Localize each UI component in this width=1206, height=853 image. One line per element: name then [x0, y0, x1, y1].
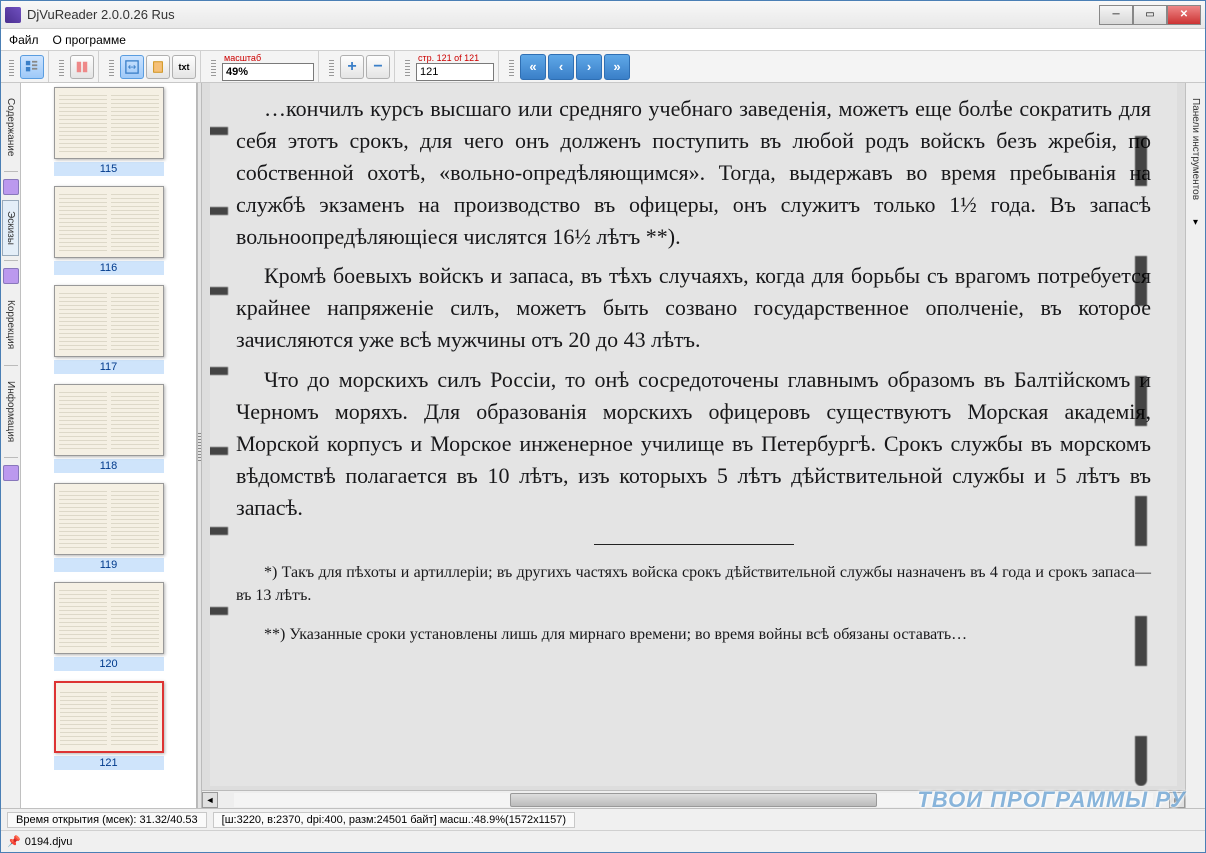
tab-thumbnails[interactable]: Эскизы: [2, 200, 19, 256]
thumbnail-118[interactable]: 118: [31, 384, 186, 473]
scroll-left-arrow[interactable]: ◄: [202, 792, 218, 808]
doc-paragraph: Что до морскихъ силъ Россіи, то онѣ соср…: [236, 364, 1151, 523]
zoom-out-button[interactable]: −: [366, 55, 390, 79]
thumbnail-number: 116: [54, 261, 164, 275]
doc-footnote: *) Такъ для пѣхоты и артиллеріи; въ друг…: [236, 561, 1151, 607]
next-page-button[interactable]: ›: [576, 54, 602, 80]
prev-page-button[interactable]: ‹: [548, 54, 574, 80]
toolbar-grip[interactable]: [509, 58, 514, 76]
first-page-button[interactable]: «: [520, 54, 546, 80]
page-input[interactable]: [416, 63, 494, 81]
toolbar-grip[interactable]: [405, 58, 410, 76]
scan-artifact: [210, 123, 228, 615]
thumbnail-121[interactable]: 121: [31, 681, 186, 770]
scale-label: масштаб: [222, 54, 314, 63]
doc-footnote: **) Указанные сроки установлены лишь для…: [236, 623, 1151, 646]
thumbnail-number: 120: [54, 657, 164, 671]
footnote-separator: [594, 544, 794, 545]
last-page-button[interactable]: »: [604, 54, 630, 80]
scale-input[interactable]: [222, 63, 314, 81]
doc-paragraph: …кончилъ курсъ высшаго или средняго учеб…: [236, 93, 1151, 252]
fit-page-button[interactable]: [146, 55, 170, 79]
thumbnail-number: 118: [54, 459, 164, 473]
tab-contents[interactable]: Содержание: [2, 87, 19, 167]
text-mode-button[interactable]: txt: [172, 55, 196, 79]
toolbar-grip[interactable]: [211, 58, 216, 76]
toolbar-grip[interactable]: [109, 58, 114, 76]
tab-info[interactable]: Информация: [2, 370, 19, 453]
thumbnail-119[interactable]: 119: [31, 483, 186, 572]
watermark: ТВОИ ПРОГРАММЫ РУ: [917, 787, 1186, 813]
app-icon: [5, 7, 21, 23]
right-side-tabs: Панели инструментов ▾: [1185, 83, 1205, 808]
info-icon[interactable]: [3, 465, 19, 481]
thumbnail-116[interactable]: 116: [31, 186, 186, 275]
thumbnail-number: 119: [54, 558, 164, 572]
tab-correction[interactable]: Коррекция: [2, 289, 19, 360]
view-single-button[interactable]: [70, 55, 94, 79]
view-thumbnails-button[interactable]: [20, 55, 44, 79]
menubar: Файл О программе: [1, 29, 1205, 51]
scan-artifact: [1135, 83, 1147, 786]
menu-file[interactable]: Файл: [9, 33, 39, 47]
chevron-down-icon[interactable]: ▾: [1193, 217, 1198, 228]
scroll-thumb[interactable]: [510, 793, 878, 807]
pin-icon[interactable]: 📌: [7, 835, 21, 848]
window-title: DjVuReader 2.0.0.26 Rus: [27, 7, 1099, 22]
thumbnail-number: 121: [54, 756, 164, 770]
thumbnails-icon[interactable]: [3, 268, 19, 284]
close-button[interactable]: ✕: [1167, 5, 1201, 25]
page-label: стр. 121 of 121: [416, 54, 494, 63]
filebar: 📌 0194.djvu: [1, 830, 1205, 852]
thumbnail-number: 117: [54, 360, 164, 374]
thumbnails-panel: 115 116 117 118 119 120 121: [21, 83, 197, 808]
document-area[interactable]: …кончилъ курсъ высшаго или средняго учеб…: [202, 83, 1185, 808]
status-page-info: [ш:3220, в:2370, dpi:400, разм:24501 бай…: [213, 812, 575, 828]
tab-tool-panels[interactable]: Панели инструментов: [1187, 87, 1204, 211]
titlebar: DjVuReader 2.0.0.26 Rus ─ ▭ ✕: [1, 1, 1205, 29]
fit-width-button[interactable]: [120, 55, 144, 79]
maximize-button[interactable]: ▭: [1133, 5, 1167, 25]
zoom-in-button[interactable]: +: [340, 55, 364, 79]
menu-about[interactable]: О программе: [53, 33, 126, 47]
open-file-name[interactable]: 0194.djvu: [25, 836, 73, 848]
thumbnail-115[interactable]: 115: [31, 87, 186, 176]
status-open-time: Время открытия (мсек): 31.32/40.53: [7, 812, 207, 828]
thumbnail-120[interactable]: 120: [31, 582, 186, 671]
toolbar: txt масштаб + − стр. 121 of 121 « ‹ ›: [1, 51, 1205, 83]
minimize-button[interactable]: ─: [1099, 5, 1133, 25]
toolbar-grip[interactable]: [9, 58, 14, 76]
contents-icon[interactable]: [3, 179, 19, 195]
toolbar-grip[interactable]: [59, 58, 64, 76]
document-page: …кончилъ курсъ высшаго или средняго учеб…: [210, 83, 1177, 786]
thumbnail-117[interactable]: 117: [31, 285, 186, 374]
thumbnail-number: 115: [54, 162, 164, 176]
left-side-tabs: Содержание Эскизы Коррекция Информация: [1, 83, 21, 808]
doc-paragraph: Кромѣ боевыхъ войскъ и запаса, въ тѣхъ с…: [236, 260, 1151, 356]
toolbar-grip[interactable]: [329, 58, 334, 76]
